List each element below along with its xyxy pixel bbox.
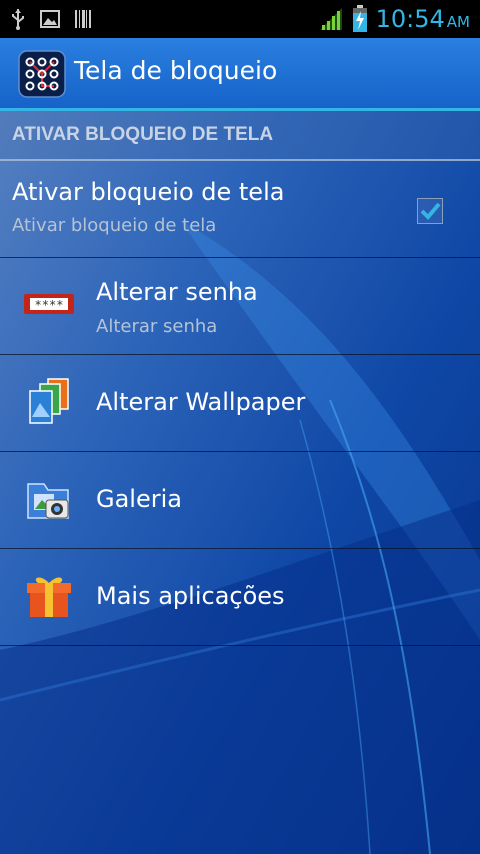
barcode-icon (75, 10, 91, 28)
image-icon (40, 10, 60, 28)
status-bar: 10:54 AM (0, 0, 480, 38)
clock-ampm: AM (446, 13, 470, 31)
list-item-title: Galeria (96, 485, 182, 513)
list-item-title: Ativar bloqueio de tela (12, 178, 285, 206)
list-item-title: Alterar Wallpaper (96, 388, 306, 416)
list-item-galeria[interactable]: Galeria (0, 452, 480, 549)
battery-charging-icon (352, 5, 367, 32)
password-icon: **** (24, 294, 74, 314)
list-item-title: Mais aplicações (96, 582, 285, 610)
section-header: ATIVAR BLOQUEIO DE TELA (0, 111, 480, 161)
action-bar: Tela de bloqueio (0, 38, 480, 111)
list-item-title: Alterar senha (96, 278, 258, 306)
usb-icon (12, 9, 24, 30)
list-item-subtitle: Ativar bloqueio de tela (12, 215, 217, 236)
list-item-ativar-bloqueio[interactable]: Ativar bloqueio de tela Ativar bloqueio … (0, 161, 480, 258)
gallery-icon (27, 483, 69, 519)
list-item-mais-aplicacoes[interactable]: Mais aplicações (0, 549, 480, 646)
wallpaper-icon (29, 378, 69, 424)
clock-time: 10:54 (375, 5, 445, 33)
enable-lock-checkbox[interactable] (417, 198, 443, 224)
gift-icon (27, 577, 71, 617)
list-item-subtitle: Alterar senha (96, 316, 218, 337)
list-item-alterar-wallpaper[interactable]: Alterar Wallpaper (0, 355, 480, 452)
status-right: 10:54 AM (318, 4, 470, 34)
lock-pattern-icon[interactable] (18, 50, 66, 98)
list-item-alterar-senha[interactable]: **** Alterar senha Alterar senha (0, 258, 480, 355)
signal-icon (319, 8, 342, 30)
checkmark-icon (420, 202, 441, 220)
status-left-icons (10, 8, 92, 30)
svg-text:****: **** (35, 298, 64, 312)
page-title: Tela de bloqueio (74, 56, 278, 85)
settings-list: ATIVAR BLOQUEIO DE TELA Ativar bloqueio … (0, 111, 480, 646)
clock: 10:54 AM (376, 5, 470, 33)
